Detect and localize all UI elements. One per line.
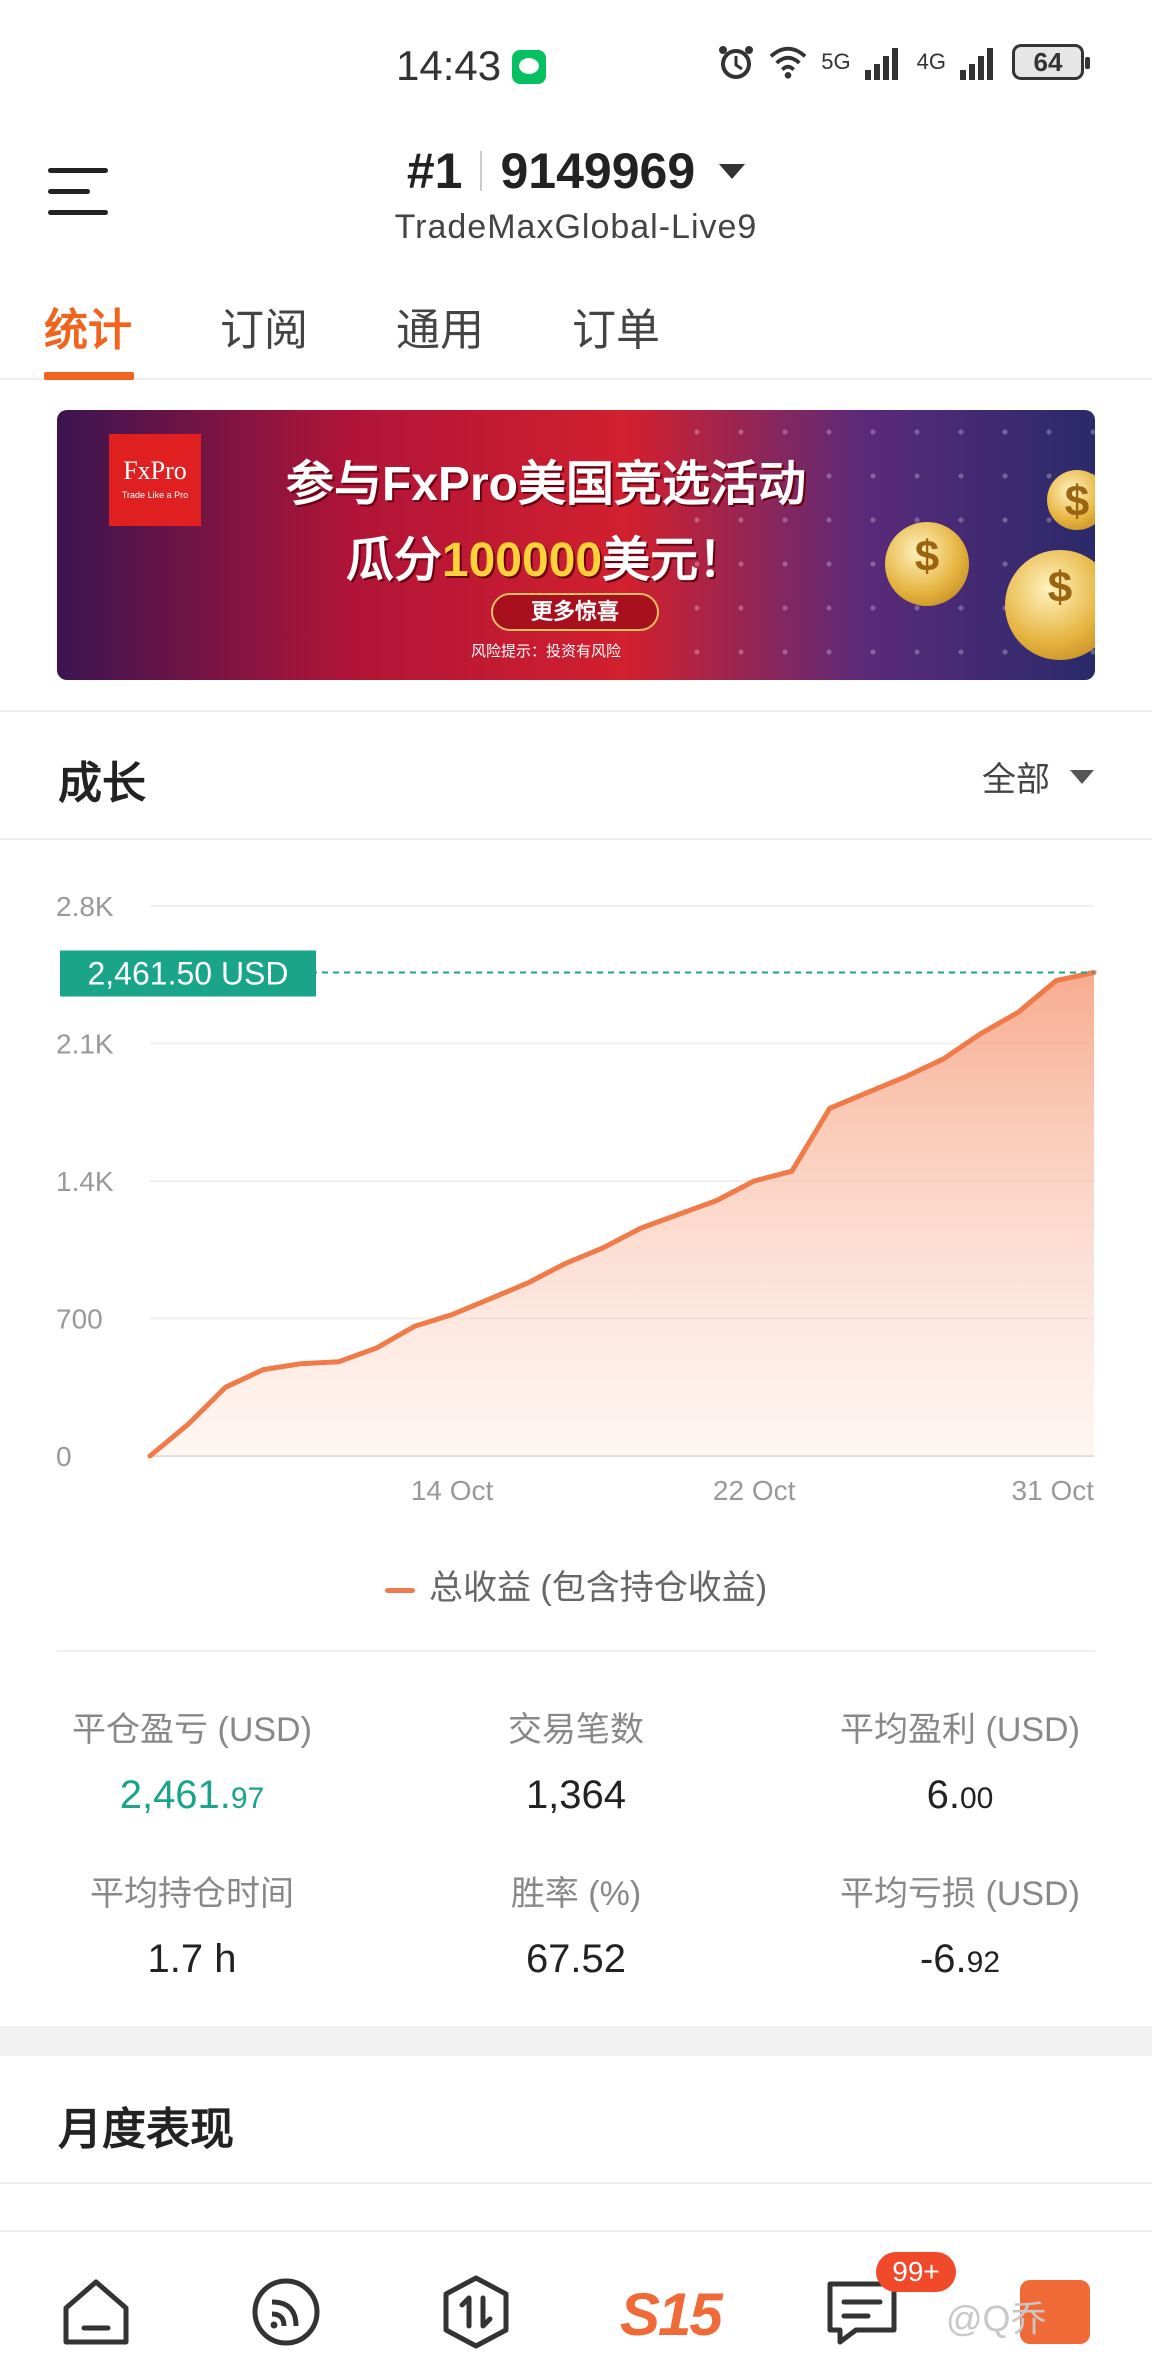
stat-avg-profit: 平均盈利 (USD) 6.00 [768, 1702, 1152, 1818]
account-rank: #1 [406, 143, 463, 199]
status-icons: 5G 4G 64 [717, 44, 1090, 80]
chevron-down-icon [1070, 769, 1094, 784]
stat-value: 1.7 h [147, 1937, 237, 1981]
coin-icon [885, 522, 969, 606]
signal-5g-icon [864, 44, 903, 80]
tab-subscribe[interactable]: 订阅 [220, 294, 308, 358]
stat-label: 平均持仓时间 [90, 1875, 294, 1913]
stat-win-rate: 胜率 (%) 67.52 [384, 1866, 768, 1982]
coin-icon [1047, 470, 1095, 530]
tab-statistics[interactable]: 统计 [44, 294, 132, 358]
divider [480, 151, 483, 191]
stat-closed-pnl: 平仓盈亏 (USD) 2,461.97 [0, 1702, 384, 1818]
watermark: @Q乔 [946, 2298, 1047, 2339]
account-selector[interactable]: #1 9149969 TradeMaxGlobal-Live9 [0, 142, 1152, 247]
stat-value: 2,461.97 [119, 1773, 265, 1817]
status-bar: 14:43 5G 4G 64 [0, 0, 1152, 130]
divider [57, 1650, 1095, 1652]
y-tick-label: 700 [56, 1304, 103, 1335]
banner-headline: 参与FxPro美国竞选活动 [285, 458, 807, 511]
y-tick-label: 2.1K [56, 1029, 114, 1060]
chevron-down-icon [719, 163, 746, 179]
x-tick-label: 22 Oct [713, 1475, 796, 1506]
feed-icon[interactable] [246, 2272, 326, 2352]
alarm-icon [717, 44, 755, 80]
stat-trade-count: 交易笔数 1,364 [384, 1702, 768, 1818]
divider [0, 838, 1152, 840]
message-badge: 99+ [876, 2252, 956, 2292]
legend-label: 总收益 (包含持仓收益) [428, 1569, 768, 1607]
current-value-label: 2,461.50 USD [87, 955, 288, 991]
banner-more-button[interactable]: 更多惊喜 [491, 593, 659, 631]
stat-value: -6.92 [919, 1937, 1001, 1981]
signal-5g-label: 5G [821, 49, 851, 74]
account-server: TradeMaxGlobal-Live9 [394, 208, 758, 246]
monthly-performance-title: 月度表现 [58, 2105, 234, 2154]
banner-risk-notice: 风险提示：投资有风险 [470, 643, 621, 660]
active-tab-indicator [44, 372, 134, 380]
y-tick-label: 1.4K [56, 1166, 114, 1197]
home-icon[interactable] [56, 2272, 136, 2352]
growth-title: 成长 [58, 759, 146, 808]
signal-4g-icon [960, 44, 998, 80]
y-tick-label: 2.8K [56, 891, 114, 922]
wechat-notification-icon [512, 50, 546, 84]
legend-swatch [384, 1587, 415, 1593]
stat-avg-hold-time: 平均持仓时间 1.7 h [0, 1866, 384, 1982]
stat-label: 胜率 (%) [510, 1875, 642, 1913]
stat-label: 平仓盈亏 (USD) [72, 1711, 312, 1749]
period-filter-label: 全部 [982, 761, 1050, 799]
x-tick-label: 14 Oct [411, 1475, 494, 1506]
stat-value: 6.00 [926, 1773, 994, 1817]
period-filter[interactable]: 全部 [982, 752, 1094, 801]
tab-orders[interactable]: 订单 [572, 294, 660, 358]
stat-label: 平均亏损 (USD) [840, 1875, 1080, 1913]
tab-bar: 统计 订阅 通用 订单 [0, 282, 1152, 380]
account-id: 9149969 [500, 143, 696, 199]
wifi-icon [769, 44, 807, 80]
trade-icon[interactable] [436, 2272, 516, 2352]
status-time: 14:43 [396, 42, 502, 89]
s15-icon[interactable]: S15 [620, 2280, 723, 2349]
y-tick-label: 0 [56, 1441, 72, 1472]
battery-icon: 64 [1012, 44, 1090, 80]
divider [0, 710, 1152, 712]
section-gap [0, 2026, 1152, 2056]
growth-chart: 0 700 1.4K 2.1K 2.8K 14 Oct 22 Oct 31 Oct 2,461.… [56, 891, 1097, 1506]
tab-general[interactable]: 通用 [396, 294, 484, 358]
stat-value: 67.52 [525, 1937, 627, 1981]
stat-label: 交易笔数 [508, 1711, 644, 1749]
promo-banner[interactable]: FxPro Trade Like a Pro 参与FxPro美国竞选活动 瓜分1… [57, 410, 1095, 680]
stat-value: 1,364 [525, 1773, 627, 1817]
account-header: #1 9149969 TradeMaxGlobal-Live9 [0, 130, 1152, 260]
chart-legend: 总收益 (包含持仓收益) [0, 1560, 1152, 1609]
stat-avg-loss: 平均亏损 (USD) -6.92 [768, 1866, 1152, 1982]
x-tick-label: 31 Oct [1012, 1475, 1095, 1506]
divider [0, 2182, 1152, 2184]
stat-label: 平均盈利 (USD) [840, 1711, 1080, 1749]
signal-4g-label: 4G [916, 49, 946, 74]
growth-area [150, 972, 1094, 1456]
